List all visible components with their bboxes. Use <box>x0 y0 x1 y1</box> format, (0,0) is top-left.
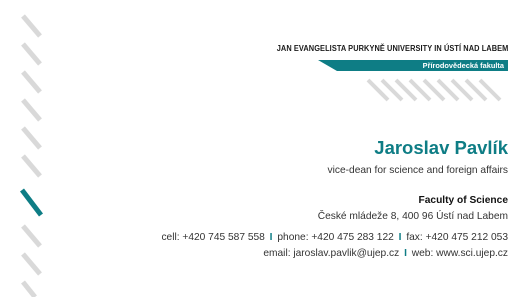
website: web: www.sci.ujep.cz <box>411 248 508 259</box>
faculty-badge-label: Přírodovědecká fakulta <box>422 61 504 70</box>
separator: I <box>404 248 407 259</box>
separator: I <box>269 232 273 243</box>
left-accent-stripe <box>20 188 43 217</box>
contact-online: email: jaroslav.pavlik@ujep.cz I web: ww… <box>263 247 508 260</box>
cell-number: cell: +420 745 587 558 <box>161 232 265 243</box>
university-name: JAN EVANGELISTA PURKYNĚ UNIVERSITY IN ÚS… <box>276 43 508 53</box>
phone-number: phone: +420 475 283 122 <box>277 232 394 243</box>
left-stripes <box>21 14 42 297</box>
business-card: JAN EVANGELISTA PURKYNĚ UNIVERSITY IN ÚS… <box>0 0 525 297</box>
faculty-address: České mládeže 8, 400 96 Ústí nad Labem <box>317 211 508 222</box>
fax-number: fax: +420 475 212 053 <box>406 232 508 243</box>
contact-numbers: cell: +420 745 587 558 I phone: +420 475… <box>161 231 508 244</box>
separator: I <box>398 232 402 243</box>
email-address: email: jaroslav.pavlik@ujep.cz <box>263 248 400 259</box>
person-role: vice-dean for science and foreign affair… <box>327 165 508 176</box>
header-stripes <box>366 78 502 102</box>
faculty-title: Faculty of Science <box>418 195 508 206</box>
person-name: Jaroslav Pavlík <box>374 137 508 158</box>
faculty-badge: Přírodovědecká fakulta <box>318 60 508 71</box>
